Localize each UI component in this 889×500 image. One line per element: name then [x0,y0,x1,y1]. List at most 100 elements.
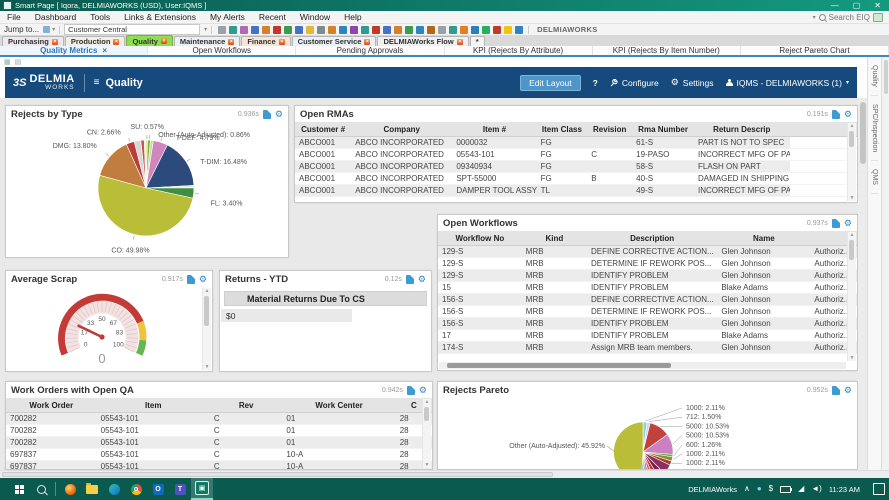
notification-icon[interactable] [873,483,885,495]
column-header[interactable]: Workflow No [438,231,522,246]
context-field[interactable]: Customer Central [64,24,200,35]
smartpage-icon[interactable]: ▦ [4,58,11,66]
toolbar-icon[interactable] [449,26,457,34]
table-row[interactable]: 156-SMRBDEFINE CORRECTIVE ACTION...Glen … [438,294,857,306]
vertical-scrollbar[interactable]: ▲▼ [422,399,431,468]
page-horizontal-scrollbar[interactable] [0,470,889,478]
table-row[interactable]: ABCO001ABCO INCORPORATED0000032FG61-SPAR… [295,137,857,149]
module-tab-quality[interactable]: Quality× [126,35,172,46]
column-header[interactable]: Work Order [6,398,97,413]
toolbar-icon[interactable] [504,26,512,34]
panel-settings-icon[interactable]: ⚙ [418,275,426,284]
page-tab-open-workflows[interactable]: Open Workflows [148,46,296,55]
export-icon[interactable] [832,219,840,228]
clock[interactable]: 11:23 AM [829,485,860,494]
menu-recent[interactable]: Recent [252,12,293,22]
horizontal-scrollbar[interactable] [439,362,846,369]
page-tab-reject-pareto-chart[interactable]: Reject Pareto Chart [741,46,889,55]
table-row[interactable]: 69783705543-101C10-A28 [6,449,432,461]
chevron-down-icon[interactable]: ▾ [204,26,207,33]
toolbar-icon[interactable] [383,26,391,34]
toolbar-icon[interactable] [284,26,292,34]
network-icon[interactable]: ◢ [798,485,804,493]
module-tab-[interactable]: * [470,36,485,46]
jump-to-icon[interactable] [43,26,50,33]
column-header[interactable]: Kind [522,231,587,246]
toolbar-icon[interactable] [405,26,413,34]
menu-file[interactable]: File [0,12,28,22]
start-button[interactable] [8,478,30,500]
search-box[interactable]: ▾ Search EIQ [813,13,889,22]
page-tab-pending-approvals[interactable]: Pending Approvals [296,46,444,55]
outlook-icon[interactable]: O [147,478,169,500]
jump-to-label[interactable]: Jump to... [4,25,39,34]
table-row[interactable]: 15MRBIDENTIFY PROBLEMBlake AdamsAuthoriz… [438,282,857,294]
page-tab-kpi-rejects-by-item-number[interactable]: KPI (Rejects By Item Number) [593,46,741,55]
menu-window[interactable]: Window [293,12,337,22]
pie-slice[interactable] [614,422,643,470]
toolbar-icon[interactable] [438,26,446,34]
export-icon[interactable] [187,275,195,284]
module-tab-production[interactable]: Production× [65,36,126,46]
battery-icon[interactable] [780,486,791,493]
tab-flag-icon[interactable]: × [52,39,58,45]
edge-icon[interactable] [103,478,125,500]
column-header[interactable]: Item Class [537,122,588,137]
column-header[interactable]: Work Center [282,398,395,413]
toolbar-icon[interactable] [273,26,281,34]
menu-help[interactable]: Help [337,12,368,22]
dashboard-scrollbar[interactable] [858,98,867,470]
page-tab-kpi-rejects-by-attribute[interactable]: KPI (Rejects By Attribute) [445,46,593,55]
panel-settings-icon[interactable]: ⚙ [844,386,852,395]
menu-tools[interactable]: Tools [83,12,117,22]
toolbar-icon[interactable] [372,26,380,34]
module-tab-customer-service[interactable]: Customer Service× [292,36,377,46]
edit-layout-button[interactable]: Edit Layout [520,75,581,91]
tab-flag-icon[interactable]: × [279,39,285,45]
toolbar-icon[interactable] [416,26,424,34]
panel-settings-icon[interactable]: ⚙ [419,386,427,395]
export-icon[interactable] [407,386,415,395]
module-tab-finance[interactable]: Finance× [241,36,290,46]
chevron-down-icon[interactable]: ▾ [52,26,55,33]
minimize-button[interactable]: — [831,2,839,10]
toolbar-icon[interactable] [240,26,248,34]
column-header[interactable]: Item [97,398,210,413]
vertical-scrollbar[interactable]: ▲▼ [847,123,856,201]
table-row[interactable]: 174-SMRBAssign MRB team members.Glen Joh… [438,342,857,354]
toolbar-icon[interactable] [493,26,501,34]
settings-button[interactable]: ⚙ Settings [671,77,714,88]
window-scrollbar[interactable] [881,57,889,470]
toolbar-icon[interactable] [262,26,270,34]
table-row[interactable]: 70028205543-101C0128 [6,437,432,449]
column-header[interactable]: Company [351,122,452,137]
hamburger-menu-icon[interactable]: ≡ [94,77,100,88]
column-header[interactable]: Rev [210,398,283,413]
toolbar-icon[interactable] [317,26,325,34]
table-row[interactable]: ABCO001ABCO INCORPORATEDSPT-55000FGB40-S… [295,173,857,185]
toolbar-icon[interactable] [251,26,259,34]
tray-app-label[interactable]: DELMIAWorks [688,485,737,494]
firefox-icon[interactable] [59,478,81,500]
column-header[interactable]: Customer # [295,122,351,137]
table-row[interactable]: ABCO001ABCO INCORPORATEDDAMPER TOOL ASSY… [295,185,857,197]
export-icon[interactable] [832,110,840,119]
panel-settings-icon[interactable]: ⚙ [844,110,852,119]
table-row[interactable]: 129-SMRBDETERMINE IF REWORK POS...Glen J… [438,258,857,270]
export-icon[interactable] [406,275,414,284]
vertical-scrollbar[interactable]: ▲▼ [202,288,211,370]
toolbar-icon[interactable] [515,26,523,34]
side-rail-tab-spc-inspection[interactable]: SPC/Inspection [871,96,878,161]
smartpage-pin-icon[interactable]: ▤ [15,58,22,66]
tab-flag-icon[interactable]: × [364,39,370,45]
export-icon[interactable] [263,110,271,119]
toolbar-icon[interactable] [361,26,369,34]
column-header[interactable]: Item # [452,122,536,137]
delmiaworks-taskbar-app[interactable]: ▣ [191,478,213,500]
tab-flag-icon[interactable]: × [228,39,234,45]
toolbar-icon[interactable] [306,26,314,34]
toolbar-icon[interactable] [394,26,402,34]
user-menu[interactable]: IQMS - DELMIAWORKS (1) ▾ [726,78,850,88]
module-tab-purchasing[interactable]: Purchasing× [2,36,64,46]
table-row[interactable]: 129-SMRBIDENTIFY PROBLEMGlen JohnsonAuth… [438,270,857,282]
